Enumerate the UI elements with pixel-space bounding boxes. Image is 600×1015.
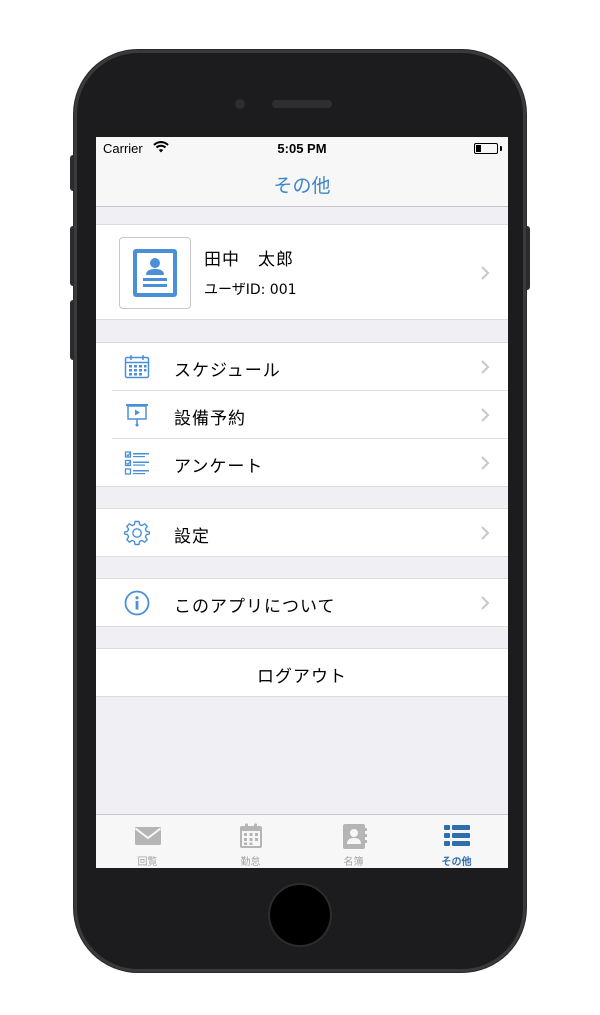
- chevron-right-icon: [481, 596, 490, 610]
- tab-circulation[interactable]: 回覧: [96, 815, 199, 868]
- avatar: [119, 237, 191, 309]
- menu-item-settings[interactable]: 設定: [96, 509, 508, 557]
- projector-screen-icon: [126, 404, 148, 427]
- menu-item-about[interactable]: このアプリについて: [96, 579, 508, 627]
- list-icon: [444, 825, 470, 846]
- tab-bar: 回覧 勤怠 名簿 その他: [96, 814, 508, 868]
- gear-icon: [124, 520, 150, 546]
- tab-directory[interactable]: 名簿: [302, 815, 405, 868]
- tab-other[interactable]: その他: [405, 815, 508, 868]
- menu-group-settings: 設定: [96, 508, 508, 557]
- menu-item-survey[interactable]: アンケート: [96, 439, 508, 487]
- front-camera: [234, 98, 246, 110]
- profile-card-icon: [133, 249, 177, 297]
- tab-label: 回覧: [137, 857, 158, 868]
- menu-item-schedule[interactable]: スケジュール: [96, 343, 508, 391]
- menu-label-about: このアプリについて: [174, 597, 336, 617]
- chevron-right-icon: [481, 526, 490, 540]
- battery-icon: [474, 143, 498, 154]
- calendar-icon: [240, 823, 262, 848]
- profile-cell[interactable]: 田中 太郎 ユーザID: 001: [96, 224, 508, 320]
- checklist-icon: [124, 451, 149, 475]
- menu-label-facility: 設備予約: [174, 409, 246, 429]
- chevron-right-icon: [481, 266, 490, 280]
- calendar-icon: [124, 355, 150, 379]
- home-button[interactable]: [270, 885, 330, 945]
- menu-label-survey: アンケート: [174, 457, 264, 477]
- profile-user-id: ユーザID: 001: [204, 282, 297, 298]
- profile-name: 田中 太郎: [204, 250, 294, 270]
- menu-item-facility[interactable]: 設備予約: [96, 391, 508, 439]
- status-bar: Carrier 5:05 PM: [96, 137, 508, 159]
- status-time: 5:05 PM: [277, 141, 327, 156]
- menu-group-about: このアプリについて: [96, 578, 508, 627]
- battery-tip: [500, 146, 502, 151]
- navigation-bar: その他: [96, 159, 508, 207]
- menu-group-tools: スケジュール 設備予約 アンケート: [96, 342, 508, 487]
- info-icon: [124, 590, 150, 616]
- menu-label-schedule: スケジュール: [174, 361, 281, 381]
- chevron-right-icon: [481, 456, 490, 470]
- tab-label: その他: [441, 857, 472, 868]
- chevron-right-icon: [481, 408, 490, 422]
- menu-label-settings: 設定: [174, 527, 210, 547]
- earpiece-speaker: [272, 100, 332, 108]
- logout-button[interactable]: ログアウト: [96, 662, 508, 687]
- tab-attendance[interactable]: 勤怠: [199, 815, 302, 868]
- contacts-icon: [343, 824, 367, 849]
- logout-cell[interactable]: ログアウト: [96, 648, 508, 697]
- tab-label: 勤怠: [240, 857, 261, 868]
- screen: Carrier 5:05 PM その他 田中 太郎 ユーザID: 001 スケジ…: [96, 137, 508, 868]
- tab-label: 名簿: [343, 857, 364, 868]
- page-title: その他: [273, 175, 331, 197]
- mail-icon: [134, 827, 162, 845]
- chevron-right-icon: [481, 360, 490, 374]
